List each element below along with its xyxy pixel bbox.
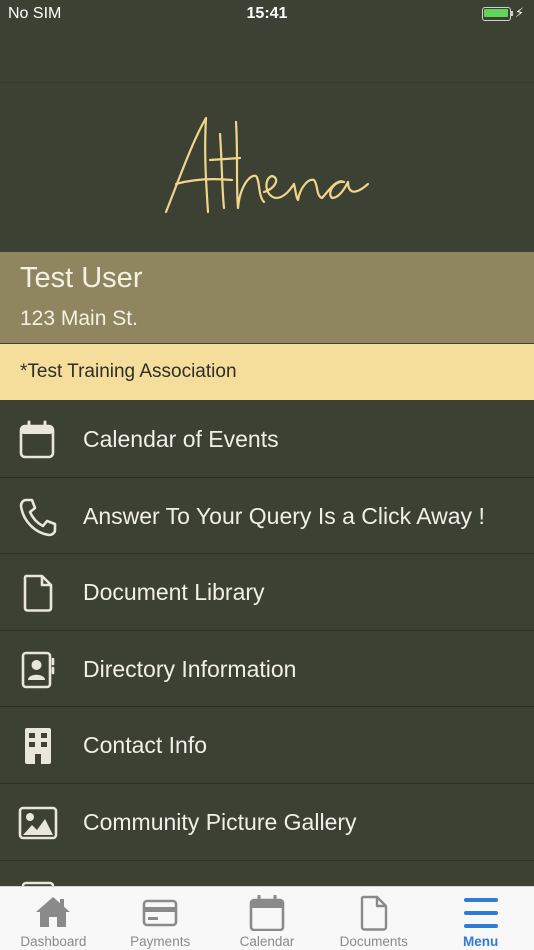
- menu-list: Calendar of Events Answer To Your Query …: [0, 401, 534, 938]
- profile-name: Test User: [20, 262, 143, 294]
- credit-card-icon: [142, 899, 178, 927]
- menu-item-community-picture-gallery[interactable]: Community Picture Gallery: [0, 783, 534, 861]
- tab-documents[interactable]: Documents: [320, 887, 427, 950]
- menu-item-query[interactable]: Answer To Your Query Is a Click Away !: [0, 477, 534, 555]
- menu-item-label: Directory Information: [83, 655, 297, 682]
- tab-calendar[interactable]: Calendar: [214, 887, 321, 950]
- association-banner[interactable]: *Test Training Association: [0, 344, 534, 400]
- menu-item-calendar-of-events[interactable]: Calendar of Events: [0, 401, 534, 478]
- menu-item-label: Community Picture Gallery: [83, 808, 357, 835]
- status-bar: No SIM 15:41 ⚡: [0, 0, 534, 28]
- profile-card[interactable]: Test User 123 Main St.: [0, 252, 534, 577]
- menu-item-directory-information[interactable]: Directory Information: [0, 630, 534, 708]
- menu-item-label: Calendar of Events: [83, 426, 279, 452]
- navigation-bar: [0, 28, 534, 83]
- profile-address: 123 Main St.: [20, 307, 138, 330]
- calendar-icon: [249, 895, 285, 931]
- menu-item-label: Answer To Your Query Is a Click Away !: [83, 502, 485, 529]
- building-icon: [25, 728, 51, 765]
- tab-label: Menu: [462, 934, 499, 949]
- tab-payments[interactable]: Payments: [107, 887, 214, 950]
- tab-dashboard[interactable]: Dashboard: [0, 887, 107, 950]
- tab-label: Dashboard: [20, 934, 87, 949]
- logo-area: [0, 84, 534, 252]
- hamburger-icon: [463, 898, 498, 928]
- tab-label: Documents: [339, 934, 408, 949]
- clock: 15:41: [246, 5, 288, 22]
- document-icon: [360, 895, 387, 931]
- image-icon: [18, 806, 58, 840]
- menu-item-contact-info[interactable]: Contact Info: [0, 707, 534, 784]
- tab-menu[interactable]: Menu: [427, 887, 534, 950]
- tab-bar: Dashboard Payments Calendar Documents Me…: [0, 886, 534, 950]
- calendar-icon: [19, 420, 55, 459]
- tab-label: Payments: [130, 934, 191, 949]
- contact-card-icon: [21, 651, 55, 689]
- phone-icon: [19, 498, 57, 536]
- menu-item-label: Document Library: [83, 579, 265, 606]
- menu-item-label: Contact Info: [83, 732, 208, 759]
- menu-item-document-library[interactable]: Document Library: [0, 554, 534, 631]
- athena-logo: [164, 116, 370, 214]
- document-icon: [23, 574, 53, 612]
- home-icon: [36, 897, 71, 927]
- tab-label: Calendar: [239, 934, 295, 949]
- association-name: *Test Training Association: [20, 361, 237, 382]
- battery-icon: ⚡: [482, 5, 524, 21]
